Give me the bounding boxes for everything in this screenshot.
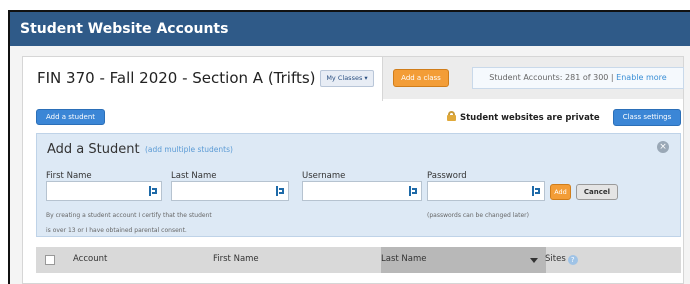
close-icon[interactable]: × — [657, 141, 669, 153]
select-all-checkbox[interactable] — [45, 255, 55, 265]
first-name-field[interactable] — [46, 181, 162, 201]
column-header-sites-label: Sites — [545, 254, 566, 264]
password-note: (passwords can be changed later) — [427, 212, 529, 219]
students-table-header: Account First Name Last Name Sites? — [36, 247, 681, 273]
field-autofill-icon — [149, 186, 157, 196]
last-name-label: Last Name — [171, 171, 217, 181]
password-label: Password — [427, 171, 467, 181]
add-student-form: Add a Student (add multiple students) × … — [36, 133, 681, 237]
field-autofill-icon — [532, 186, 540, 196]
field-autofill-icon — [409, 186, 417, 196]
column-header-account[interactable]: Account — [73, 254, 107, 264]
sort-caret-icon[interactable] — [530, 258, 538, 263]
add-multiple-students-link[interactable]: (add multiple students) — [145, 145, 233, 154]
password-field[interactable] — [427, 181, 545, 201]
consent-text-line-2: is over 13 or I have obtained parental c… — [46, 227, 187, 234]
app-window: Student Website Accounts FIN 370 - Fall … — [8, 10, 690, 284]
help-icon[interactable]: ? — [567, 255, 578, 265]
add-button[interactable]: Add — [550, 184, 571, 200]
student-accounts-text: Student Accounts: 281 of 300 | — [489, 73, 614, 82]
cancel-button[interactable]: Cancel — [576, 184, 618, 200]
column-header-first-name[interactable]: First Name — [213, 254, 259, 264]
enable-more-link[interactable]: Enable more — [616, 73, 667, 82]
add-class-button[interactable]: Add a class — [393, 69, 449, 87]
student-accounts-counter: Student Accounts: 281 of 300 | Enable mo… — [472, 67, 684, 89]
add-student-button[interactable]: Add a student — [36, 109, 105, 125]
class-settings-button[interactable]: Class settings — [613, 109, 681, 126]
privacy-status: Student websites are private — [447, 111, 600, 124]
window-title: Student Website Accounts — [10, 12, 690, 46]
username-field[interactable] — [302, 181, 422, 201]
class-title: FIN 370 - Fall 2020 - Section A (Trifts) — [37, 69, 316, 87]
first-name-label: First Name — [46, 171, 92, 181]
add-student-form-title: Add a Student — [47, 142, 140, 157]
class-tab-row: FIN 370 - Fall 2020 - Section A (Trifts)… — [23, 57, 684, 101]
username-label: Username — [302, 171, 346, 181]
class-panel: FIN 370 - Fall 2020 - Section A (Trifts)… — [22, 56, 684, 284]
consent-text-line-1: By creating a student account I certify … — [46, 212, 212, 219]
lock-icon — [447, 111, 456, 121]
last-name-field[interactable] — [171, 181, 289, 201]
my-classes-dropdown[interactable]: My Classes ▾ — [320, 70, 374, 87]
column-header-sites[interactable]: Sites? — [545, 254, 578, 265]
column-header-last-name[interactable]: Last Name — [381, 254, 426, 264]
privacy-status-text: Student websites are private — [460, 113, 600, 123]
class-tab[interactable]: FIN 370 - Fall 2020 - Section A (Trifts)… — [23, 57, 383, 101]
field-autofill-icon — [276, 186, 284, 196]
